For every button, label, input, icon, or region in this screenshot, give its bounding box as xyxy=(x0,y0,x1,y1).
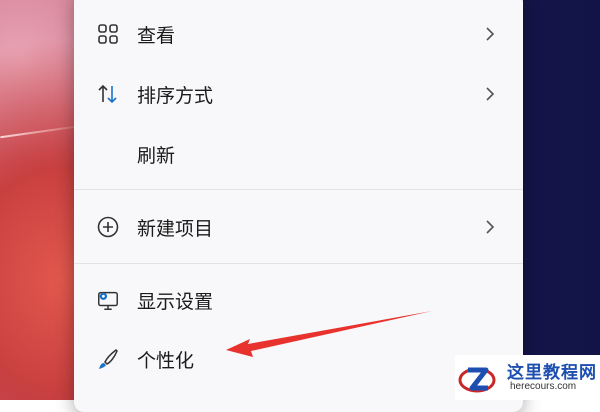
watermark: 这里教程网 herecours.com xyxy=(455,355,600,400)
watermark-title: 这里教程网 xyxy=(507,363,597,383)
watermark-logo-icon xyxy=(458,367,496,393)
annotation-arrow xyxy=(226,311,432,357)
watermark-url: herecours.com xyxy=(510,381,577,392)
